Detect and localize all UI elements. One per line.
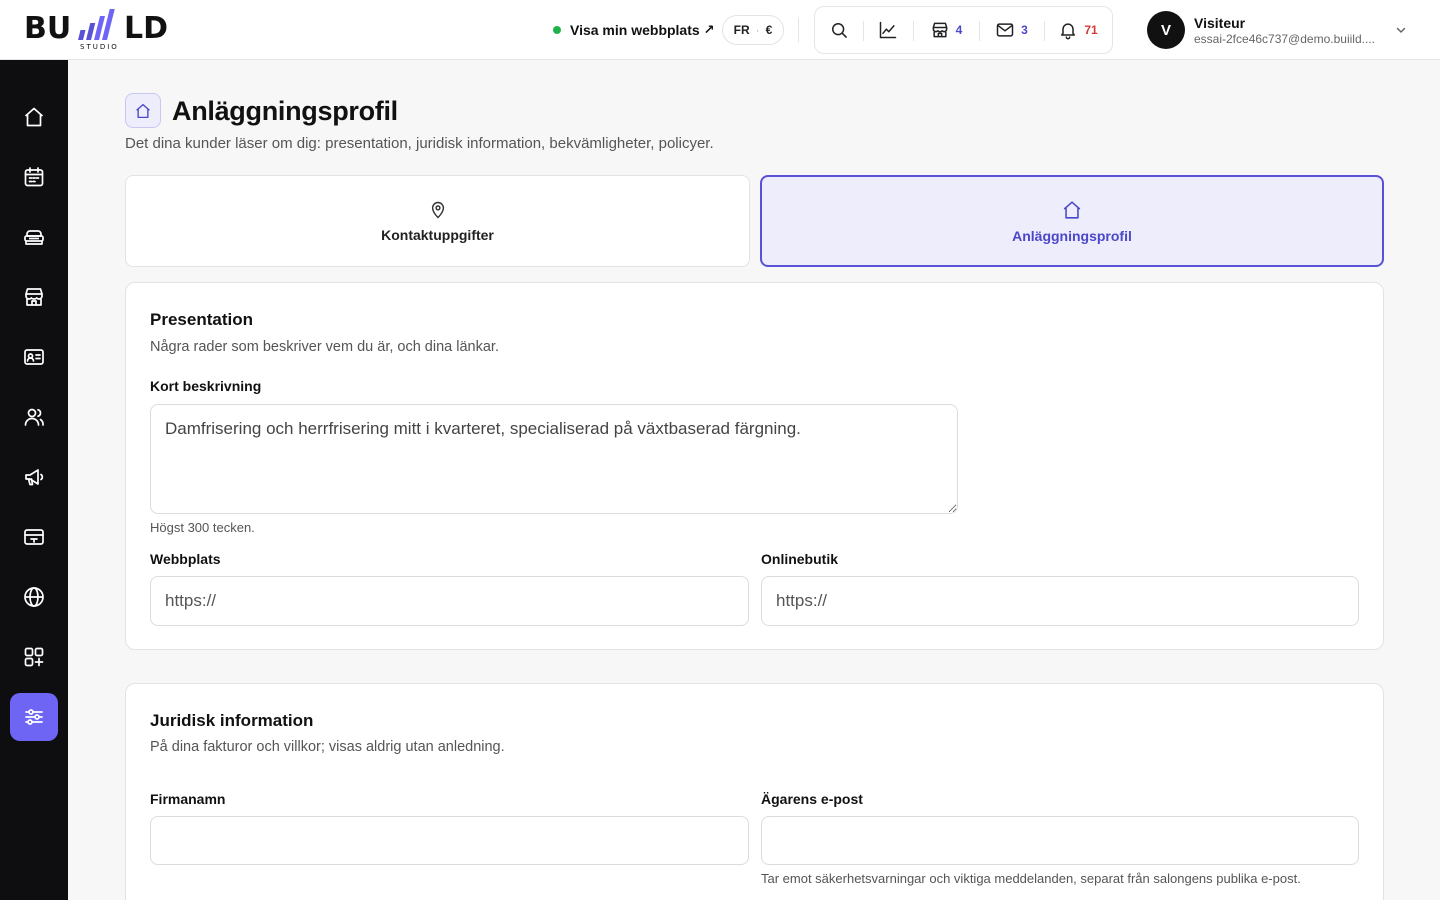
online-shop-input[interactable] [761, 576, 1359, 626]
header-divider [798, 18, 799, 42]
bell-icon [1061, 23, 1076, 40]
megaphone-icon [25, 469, 44, 486]
sidebar-item-calendar[interactable] [10, 153, 58, 201]
legal-information-section: Juridisk information På dina fakturor oc… [125, 683, 1384, 900]
services-icon [24, 230, 44, 245]
contact-card-icon [24, 349, 44, 365]
sidebar-item-services[interactable] [10, 213, 58, 261]
apps-icon [24, 647, 44, 667]
stats-button[interactable] [863, 7, 913, 53]
external-link-icon: ↗ [703, 22, 715, 37]
user-info: Visiteur essai-2fce46c737@demo.buiild...… [1194, 14, 1384, 47]
home-icon [24, 107, 44, 127]
section-subtitle: Några rader som beskriver vem du är, och… [150, 339, 499, 355]
search-icon [832, 23, 847, 38]
online-status-dot [553, 26, 561, 34]
mail-icon [996, 23, 1014, 37]
tab-establishment-profile[interactable]: Anläggningsprofil [760, 175, 1384, 267]
sidebar [0, 60, 68, 900]
page-subtitle: Det dina kunder läser om dig: presentati… [125, 135, 714, 152]
tab-label: Anläggningsprofil [1012, 227, 1132, 244]
notification-count: 71 [1084, 23, 1098, 37]
top-bar: BU LD STUDIO Visa min webbplats ↗ FR · €… [0, 0, 1440, 60]
chart-line-icon [879, 21, 897, 39]
store-icon [25, 288, 43, 306]
notifications-button[interactable]: 71 [1044, 7, 1112, 53]
sidebar-item-marketing[interactable] [10, 453, 58, 501]
presentation-section: Presentation Några rader som beskriver v… [125, 282, 1384, 650]
home-icon [136, 103, 150, 118]
buiild-studio-logo[interactable]: BU LD STUDIO [24, 8, 184, 52]
svg-text:STUDIO: STUDIO [80, 43, 119, 51]
section-title: Presentation [150, 310, 253, 329]
website-label: Webbplats [150, 551, 221, 567]
short-description-textarea[interactable] [150, 404, 958, 514]
mail-count: 3 [1021, 23, 1028, 37]
user-menu[interactable]: V Visiteur essai-2fce46c737@demo.buiild.… [1147, 11, 1384, 49]
website-input[interactable] [150, 576, 749, 626]
store-button[interactable]: 4 [913, 7, 979, 53]
visit-site-label: Visa min webbplats [570, 22, 700, 38]
language-code: FR [733, 23, 750, 37]
store-icon [932, 22, 948, 38]
section-subtitle: På dina fakturor och villkor; visas aldr… [150, 739, 505, 755]
sidebar-item-contacts[interactable] [10, 333, 58, 381]
sidebar-item-home[interactable] [10, 93, 58, 141]
chevron-down-icon[interactable] [1393, 22, 1409, 38]
search-button[interactable] [815, 7, 863, 53]
payment-card-icon [24, 529, 44, 545]
separator-dot: · [755, 23, 760, 37]
section-title: Juridisk information [150, 711, 314, 730]
tab-label: Kontaktuppgifter [381, 226, 494, 243]
page-title: Anläggningsprofil [172, 96, 398, 126]
page-icon [125, 93, 161, 128]
sidebar-item-payments[interactable] [10, 513, 58, 561]
sidebar-item-settings[interactable] [10, 693, 58, 741]
currency-symbol: € [765, 23, 773, 37]
messages-button[interactable]: 3 [979, 7, 1044, 53]
map-pin-icon [431, 201, 444, 218]
svg-text:LD: LD [124, 11, 168, 46]
home-icon [1063, 200, 1081, 219]
tab-contact-details[interactable]: Kontaktuppgifter [125, 175, 750, 267]
svg-text:BU: BU [24, 11, 71, 46]
globe-icon [24, 587, 44, 607]
company-name-label: Firmanamn [150, 791, 226, 807]
short-description-label: Kort beskrivning [150, 378, 262, 394]
owner-email-hint: Tar emot säkerhetsvarningar och viktiga … [761, 871, 1301, 886]
owner-email-input[interactable] [761, 816, 1359, 865]
calendar-icon [24, 167, 44, 187]
users-icon [24, 408, 44, 426]
avatar: V [1147, 11, 1185, 49]
user-name: Visiteur [1194, 14, 1246, 31]
language-currency-switch[interactable]: FR · € [722, 15, 784, 45]
settings-sliders-icon [25, 709, 43, 725]
short-description-hint: Högst 300 tecken. [150, 520, 255, 535]
quick-actions-bar: 4 3 71 [814, 6, 1113, 54]
user-email: essai-2fce46c737@demo.buiild.... [1194, 31, 1375, 46]
sidebar-item-website[interactable] [10, 573, 58, 621]
owner-email-label: Ägarens e-post [761, 791, 863, 807]
online-shop-label: Onlinebutik [761, 551, 838, 567]
sidebar-item-store[interactable] [10, 273, 58, 321]
store-count: 4 [955, 23, 963, 37]
visit-site-link[interactable]: Visa min webbplats ↗ [553, 20, 715, 40]
sidebar-item-apps[interactable] [10, 633, 58, 681]
company-name-input[interactable] [150, 816, 749, 865]
sidebar-item-clients[interactable] [10, 393, 58, 441]
